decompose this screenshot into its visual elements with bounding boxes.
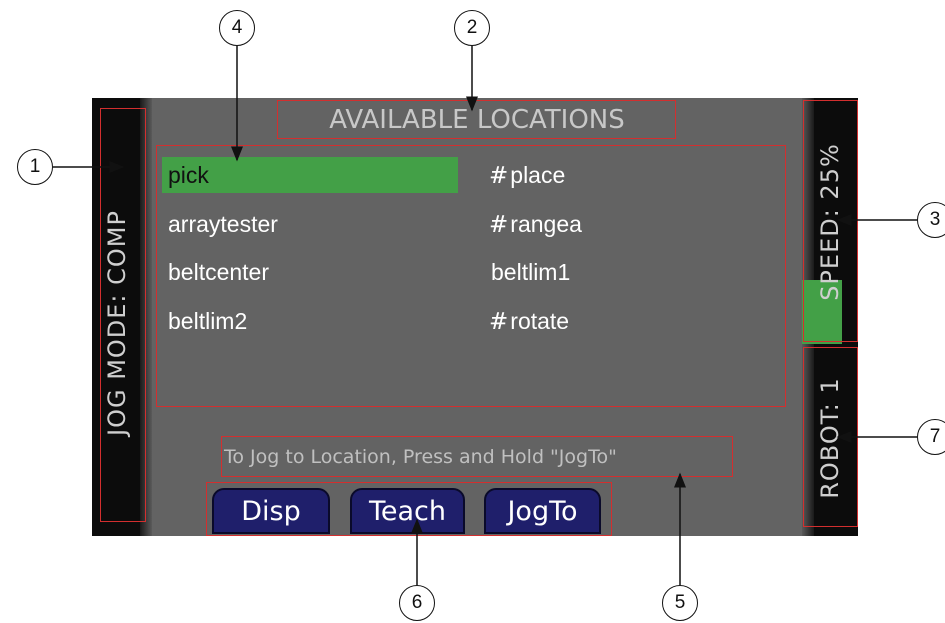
- callout-6: 6: [399, 585, 435, 621]
- callout-7: 7: [917, 419, 945, 455]
- callout-1: 1: [17, 149, 53, 185]
- callout-4: 4: [219, 10, 255, 46]
- callout-leader-lines: [53, 46, 917, 585]
- callout-5: 5: [662, 585, 698, 621]
- callout-3: 3: [917, 202, 945, 238]
- callout-2: 2: [454, 10, 490, 46]
